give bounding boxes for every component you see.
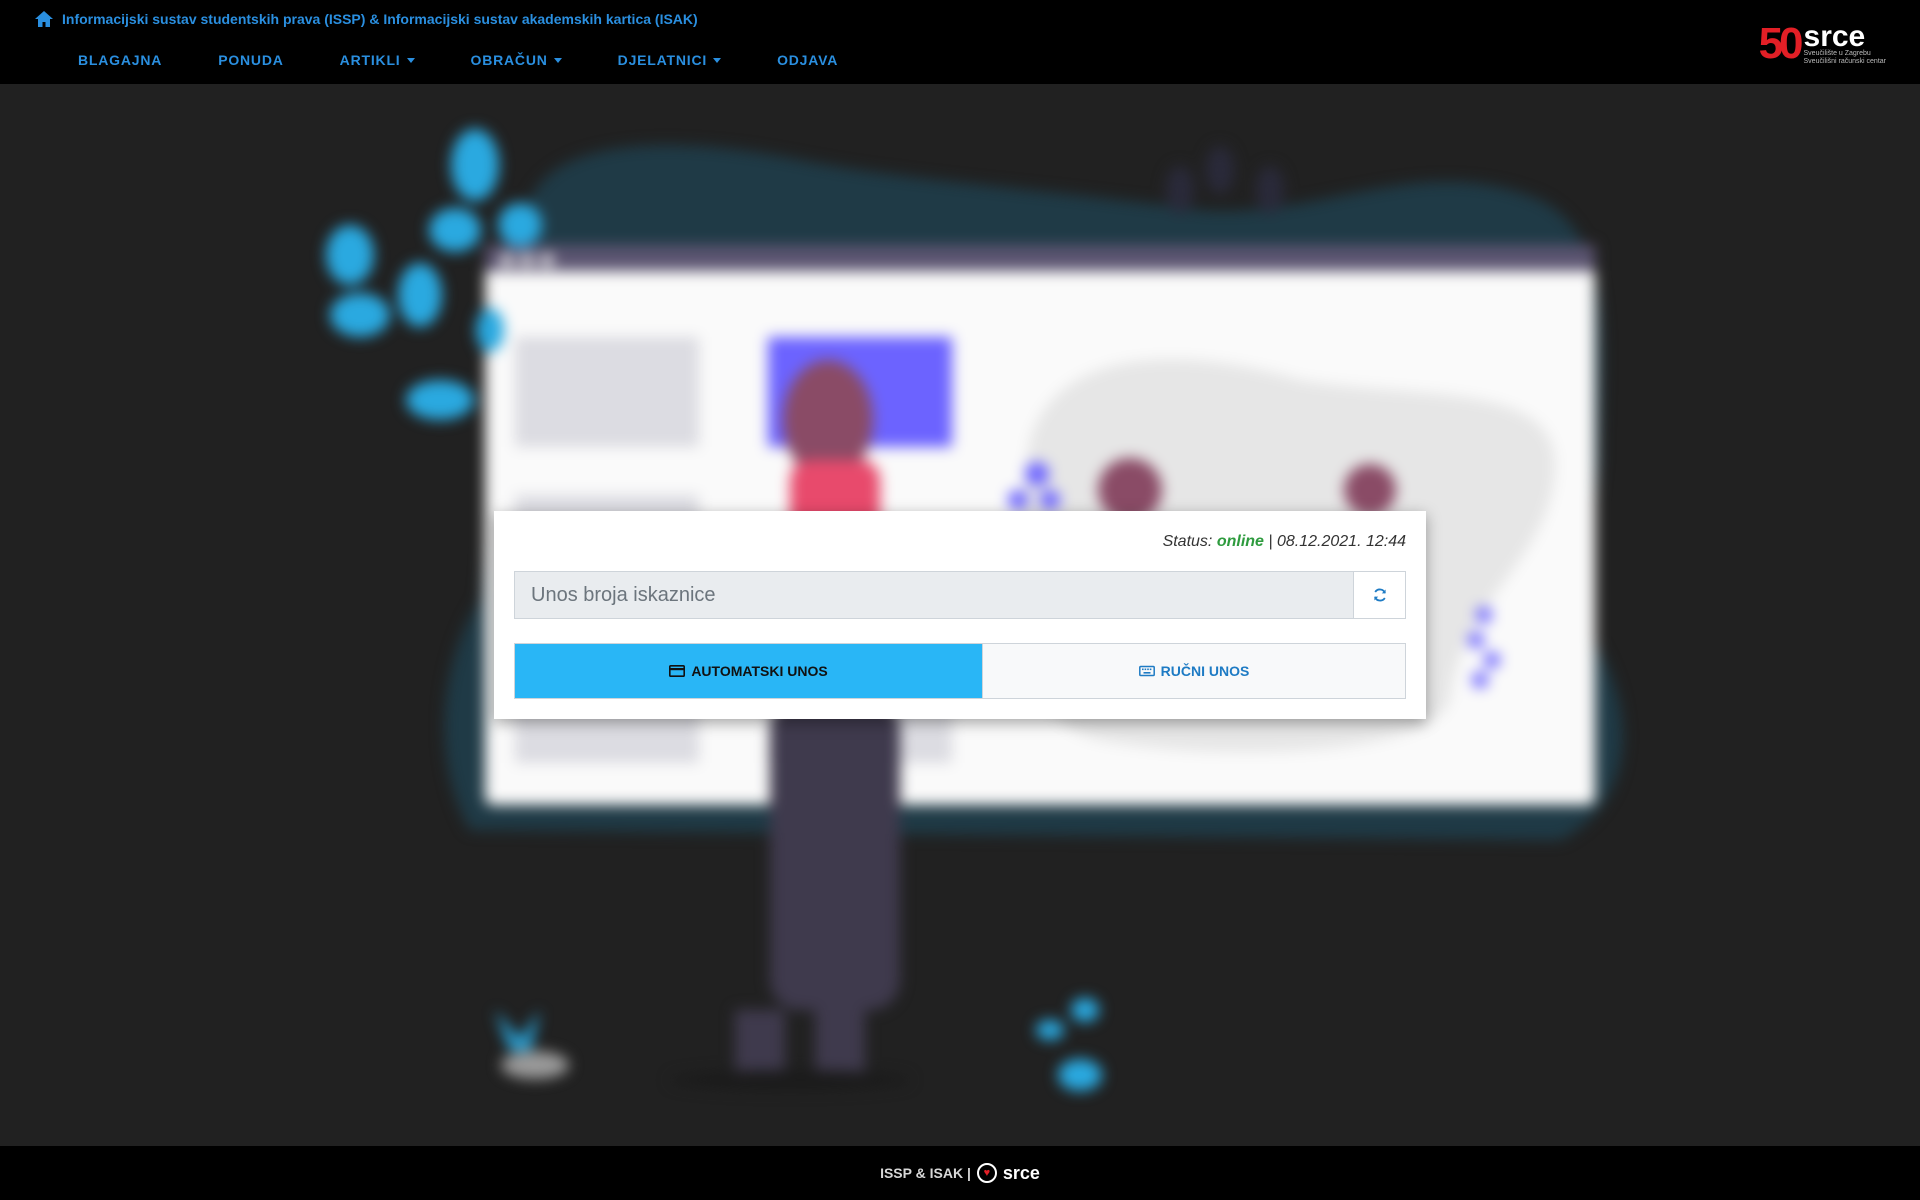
home-icon[interactable]: [34, 10, 54, 28]
srce-logo: 50 srce Sveučilište u Zagrebu Sveučilišn…: [1758, 19, 1886, 68]
nav-label: OBRAČUN: [470, 52, 548, 68]
status-label: Status:: [1162, 533, 1213, 550]
entry-mode-buttons: AUTOMATSKI UNOS RUČNI UNOS: [514, 643, 1406, 699]
card-number-input-group: [514, 571, 1406, 619]
nav-blagajna[interactable]: BLAGAJNA: [56, 52, 184, 68]
refresh-button[interactable]: [1353, 572, 1405, 618]
caret-down-icon: [713, 57, 722, 63]
app-title[interactable]: Informacijski sustav studentskih prava (…: [62, 11, 698, 27]
logo-line2: Sveučilišni računski centar: [1803, 57, 1886, 65]
card-entry-panel: Status: online | 08.12.2021. 12:44 AUTOM…: [494, 511, 1426, 719]
logo-text: srce Sveučilište u Zagrebu Sveučilišni r…: [1803, 19, 1886, 65]
app-title-row[interactable]: Informacijski sustav studentskih prava (…: [34, 10, 698, 28]
refresh-icon: [1373, 588, 1386, 602]
top-navbar: Informacijski sustav studentskih prava (…: [0, 0, 1920, 84]
manual-entry-label: RUČNI UNOS: [1160, 663, 1250, 679]
logo-line1: Sveučilište u Zagrebu: [1803, 49, 1871, 57]
automatic-entry-label: AUTOMATSKI UNOS: [691, 663, 828, 679]
nav-label: PONUDA: [218, 52, 284, 68]
nav-artikli-dropdown[interactable]: ARTIKLI: [318, 52, 437, 68]
credit-card-icon: [669, 665, 686, 677]
nav-djelatnici-dropdown[interactable]: DJELATNICI: [596, 52, 743, 68]
status-line: Status: online | 08.12.2021. 12:44: [1163, 533, 1406, 551]
nav-label: DJELATNICI: [617, 52, 708, 68]
logo-number: 50: [1758, 19, 1804, 68]
nav-odjava[interactable]: ODJAVA: [755, 52, 860, 68]
nav-obracun-dropdown[interactable]: OBRAČUN: [449, 52, 584, 68]
nav-label: ARTIKLI: [339, 52, 401, 68]
keyboard-icon: [1138, 665, 1155, 677]
caret-down-icon: [406, 57, 415, 63]
footer-text: ISSP & ISAK |: [880, 1165, 971, 1181]
card-number-input[interactable]: [515, 572, 1353, 618]
nav-label: BLAGAJNA: [78, 52, 163, 68]
nav-label: ODJAVA: [777, 52, 839, 68]
manual-entry-button[interactable]: RUČNI UNOS: [982, 644, 1405, 698]
automatic-entry-button[interactable]: AUTOMATSKI UNOS: [515, 644, 982, 698]
status-value: online: [1216, 533, 1264, 550]
footer: ISSP & ISAK | ♥ srce: [0, 1146, 1920, 1200]
main-nav: BLAGAJNA PONUDA ARTIKLI OBRAČUN DJELATNI…: [56, 52, 872, 68]
logo-name: srce: [1803, 19, 1866, 53]
status-datetime: | 08.12.2021. 12:44: [1268, 533, 1406, 550]
heart-icon: ♥: [976, 1163, 997, 1183]
nav-ponuda[interactable]: PONUDA: [196, 52, 305, 68]
caret-down-icon: [553, 57, 562, 63]
footer-brand: srce: [1002, 1162, 1040, 1183]
